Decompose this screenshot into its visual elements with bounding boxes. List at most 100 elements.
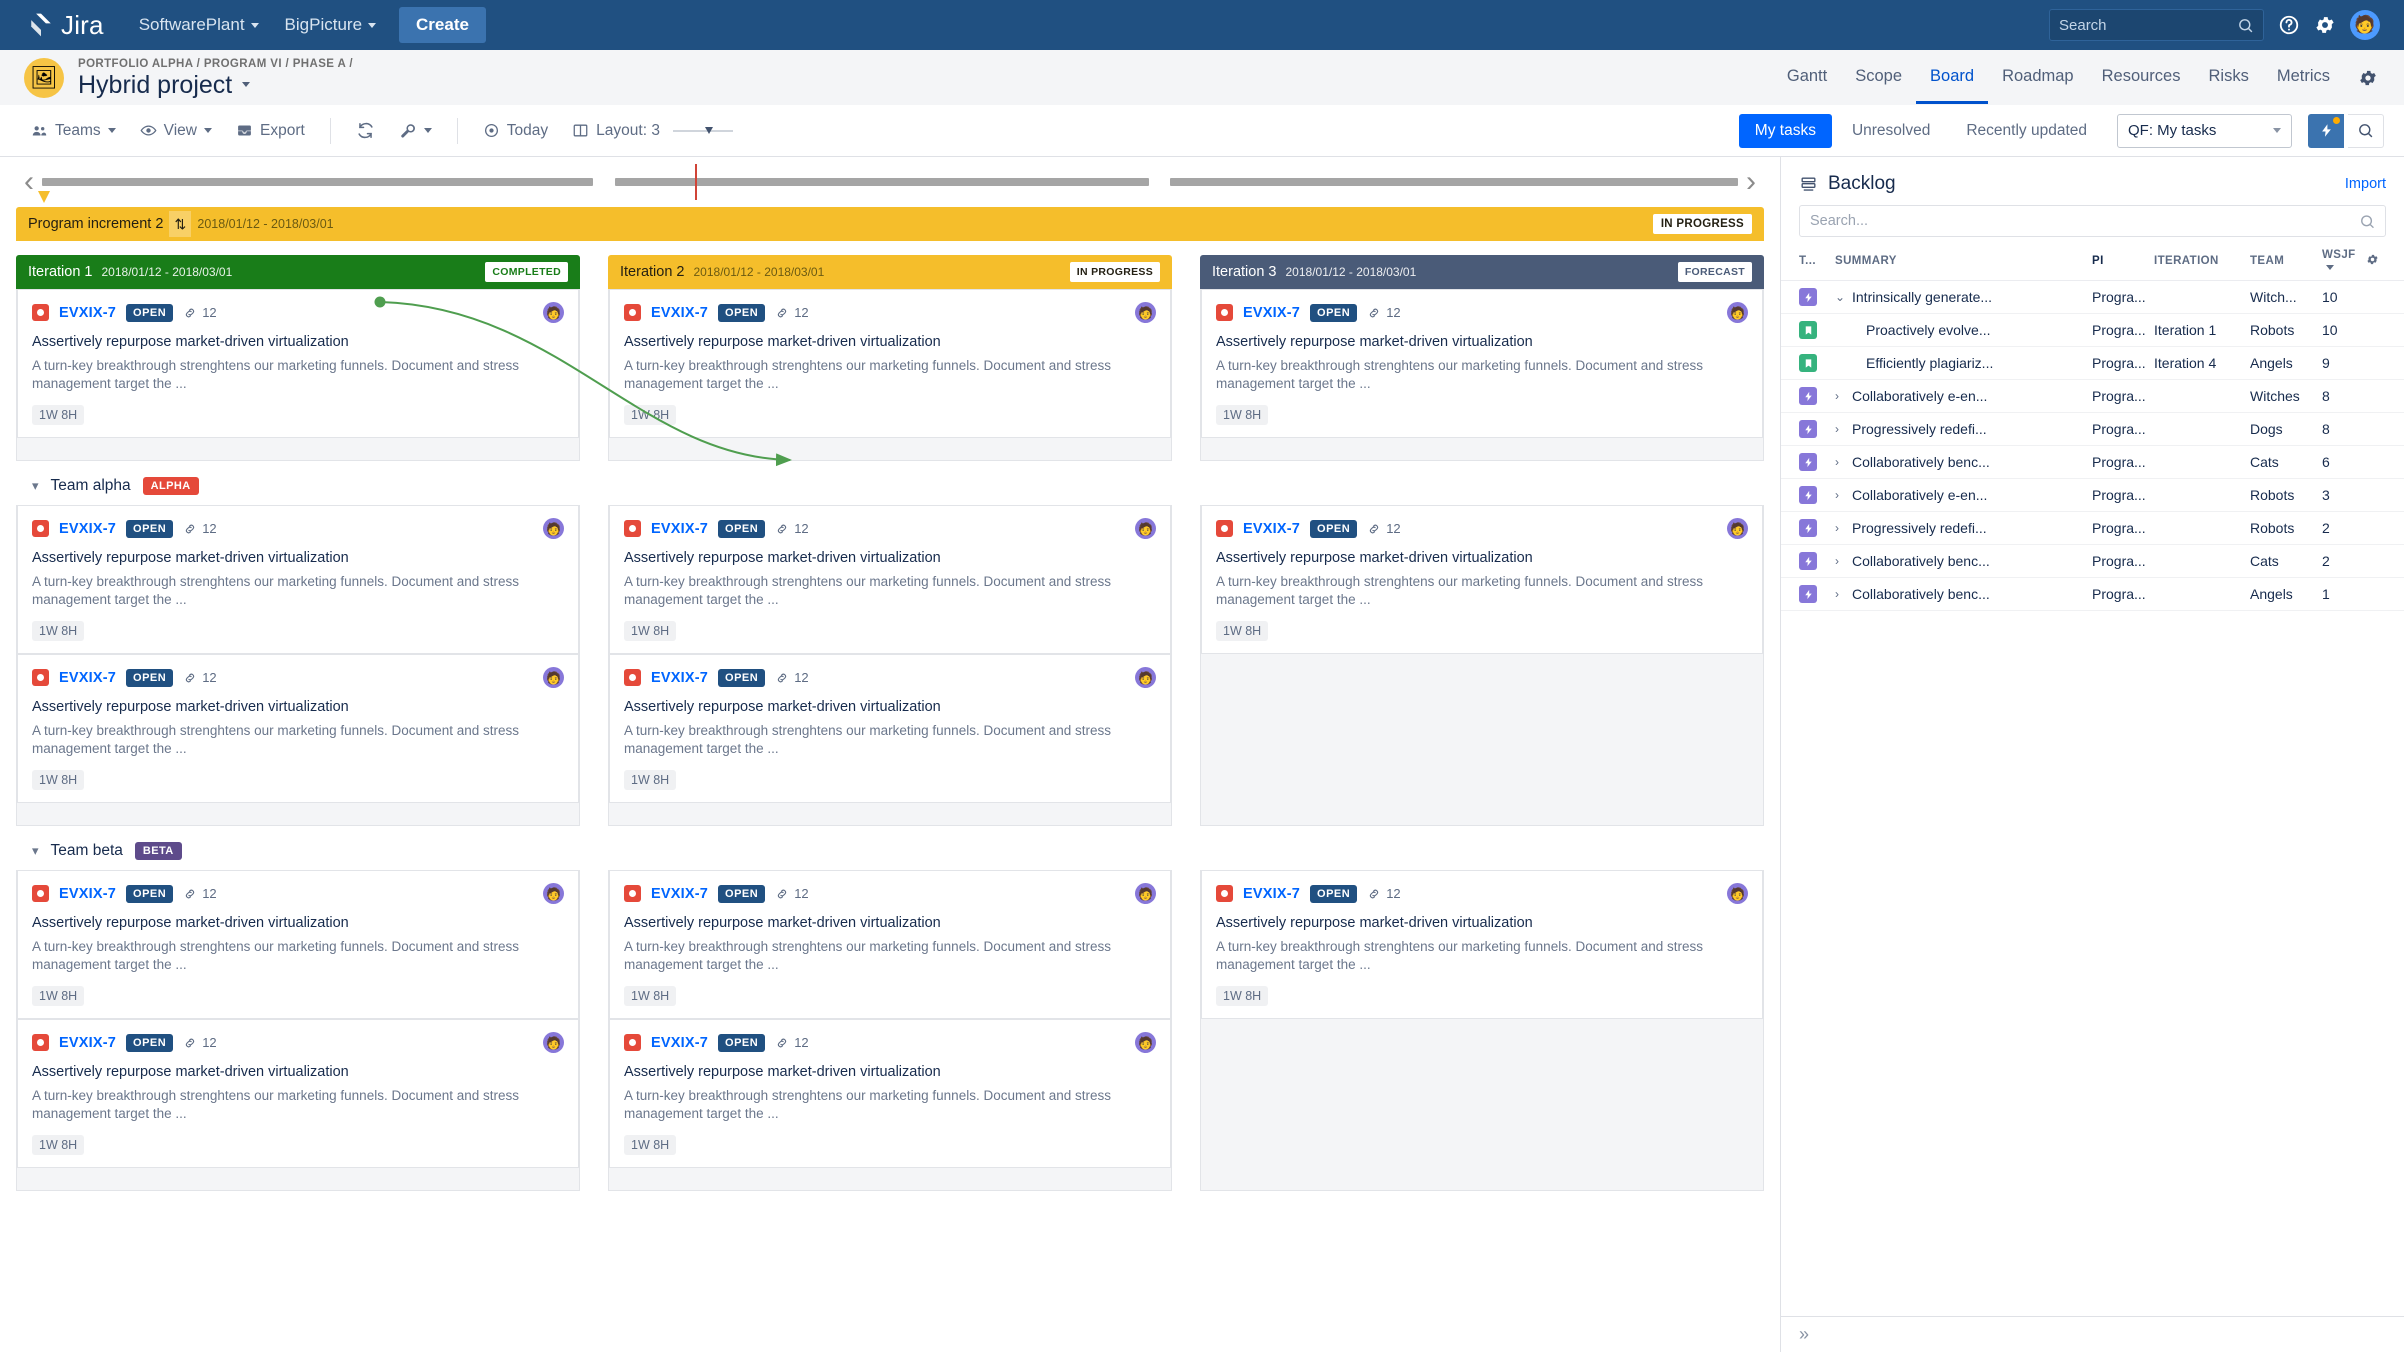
issue-card[interactable]: EVXIX-7 OPEN 12 🧑 Assertively repurpose mark… [1201, 289, 1763, 438]
tab-scope[interactable]: Scope [1841, 51, 1916, 104]
row-expander-icon[interactable]: › [1835, 455, 1845, 469]
band-cell-alpha-iteration-1[interactable]: EVXIX-7 OPEN 12 🧑 Assertively repurpose mark… [16, 505, 580, 826]
row-expander-icon[interactable]: › [1835, 389, 1845, 403]
teams-dropdown[interactable]: Teams [20, 115, 127, 147]
filter-recently-updated[interactable]: Recently updated [1950, 114, 2103, 148]
band-cell-alpha-iteration-2[interactable]: EVXIX-7 OPEN 12 🧑 Assertively repurpose mark… [608, 505, 1172, 826]
tab-gantt[interactable]: Gantt [1773, 51, 1841, 104]
issue-key[interactable]: EVXIX-7 [59, 886, 116, 902]
issue-key[interactable]: EVXIX-7 [59, 1035, 116, 1051]
row-expander-icon[interactable]: › [1835, 521, 1845, 535]
issue-key[interactable]: EVXIX-7 [651, 305, 708, 321]
backlog-search[interactable] [1799, 205, 2386, 237]
issue-card[interactable]: EVXIX-7 OPEN 12 🧑 Assertively repurpose mark… [17, 654, 579, 803]
chevron-down-icon[interactable]: ▾ [32, 843, 39, 859]
column-header-summary[interactable]: SUMMARY [1835, 255, 2092, 267]
chevron-down-icon[interactable] [242, 82, 251, 87]
avatar[interactable]: 🧑 [1135, 518, 1156, 539]
avatar[interactable]: 🧑 [1727, 883, 1748, 904]
issue-key[interactable]: EVXIX-7 [1243, 521, 1300, 537]
wrench-icon[interactable] [388, 115, 443, 147]
filter-unresolved[interactable]: Unresolved [1836, 114, 1946, 148]
avatar[interactable]: 🧑 [543, 667, 564, 688]
team-group-beta[interactable]: ▾ Team beta BETA [16, 826, 1764, 870]
row-expander-icon[interactable]: › [1835, 422, 1845, 436]
user-avatar[interactable]: 🧑 [2350, 10, 2380, 40]
table-row[interactable]: Proactively evolve... Progra... Iteration … [1781, 314, 2404, 347]
table-row[interactable]: › Progressively redefi... Progra... Robots 2 [1781, 512, 2404, 545]
avatar[interactable]: 🧑 [1135, 667, 1156, 688]
row-expander-icon[interactable]: ⌄ [1835, 290, 1845, 304]
avatar[interactable]: 🧑 [543, 518, 564, 539]
tab-board[interactable]: Board [1916, 51, 1989, 104]
avatar[interactable]: 🧑 [1727, 518, 1748, 539]
band-cell-beta-iteration-2[interactable]: EVXIX-7 OPEN 12 🧑 Assertively repurpose mark… [608, 870, 1172, 1191]
today-button[interactable]: Today [472, 115, 559, 147]
band-cell-iteration-2[interactable]: EVXIX-7 OPEN 12 🧑 Assertively repurpose mark… [608, 289, 1172, 461]
issue-key[interactable]: EVXIX-7 [59, 670, 116, 686]
issue-card[interactable]: EVXIX-7 OPEN 12 🧑 Assertively repurpose mark… [609, 870, 1171, 1019]
column-header-iteration-3[interactable]: Iteration 3 2018/01/12 - 2018/03/01 FORE… [1200, 255, 1764, 289]
issue-key[interactable]: EVXIX-7 [1243, 886, 1300, 902]
issue-card[interactable]: EVXIX-7 OPEN 12 🧑 Assertively repurpose mark… [1201, 870, 1763, 1019]
backlog-collapse-button[interactable]: » [1781, 1316, 2404, 1352]
drop-zone[interactable] [17, 1168, 579, 1190]
tab-risks[interactable]: Risks [2194, 51, 2262, 104]
jira-logo[interactable]: Jira [28, 10, 104, 41]
column-header-type[interactable]: T... [1799, 255, 1835, 267]
band-cell-iteration-3[interactable]: EVXIX-7 OPEN 12 🧑 Assertively repurpose mark… [1200, 289, 1764, 461]
avatar[interactable]: 🧑 [1135, 302, 1156, 323]
avatar[interactable]: 🧑 [1727, 302, 1748, 323]
board-search-button[interactable] [2348, 113, 2384, 148]
table-row[interactable]: Efficiently plagiariz... Progra... Iterati… [1781, 347, 2404, 380]
column-header-team[interactable]: TEAM [2250, 255, 2322, 267]
column-header-pi[interactable]: PI [2092, 255, 2154, 267]
table-row[interactable]: › Collaboratively benc... Progra... Cats 2 [1781, 545, 2404, 578]
tab-metrics[interactable]: Metrics [2263, 51, 2344, 104]
table-row[interactable]: › Collaboratively e-en... Progra... Witches… [1781, 380, 2404, 413]
issue-card[interactable]: EVXIX-7 OPEN 12 🧑 Assertively repurpose mark… [1201, 505, 1763, 654]
column-header-wsjf[interactable]: WSJF [2322, 249, 2366, 273]
row-expander-icon[interactable]: › [1835, 488, 1845, 502]
chevron-right-icon[interactable]: › [1738, 167, 1764, 197]
column-header-iteration-1[interactable]: Iteration 1 2018/01/12 - 2018/03/01 COMP… [16, 255, 580, 289]
issue-key[interactable]: EVXIX-7 [651, 521, 708, 537]
export-button[interactable]: Export [225, 115, 316, 147]
drop-zone[interactable] [1201, 654, 1763, 676]
lightning-icon[interactable] [2308, 113, 2344, 148]
help-icon[interactable] [2278, 14, 2300, 36]
filter-my-tasks[interactable]: My tasks [1738, 113, 1832, 148]
nav-softwareplant[interactable]: SoftwarePlant [126, 7, 272, 43]
issue-card[interactable]: EVXIX-7 OPEN 12 🧑 Assertively repurpose mark… [17, 505, 579, 654]
band-cell-beta-iteration-3[interactable]: EVXIX-7 OPEN 12 🧑 Assertively repurpose mark… [1200, 870, 1764, 1191]
avatar[interactable]: 🧑 [543, 1032, 564, 1053]
drop-zone[interactable] [17, 803, 579, 825]
global-search-input[interactable]: Search [2049, 9, 2264, 41]
team-group-alpha[interactable]: ▾ Team alpha ALPHA [16, 461, 1764, 505]
avatar[interactable]: 🧑 [543, 302, 564, 323]
issue-card[interactable]: EVXIX-7 OPEN 12 🧑 Assertively repurpose mark… [17, 870, 579, 1019]
row-expander-icon[interactable]: › [1835, 554, 1845, 568]
avatar[interactable]: 🧑 [1135, 883, 1156, 904]
tab-resources[interactable]: Resources [2088, 51, 2195, 104]
issue-key[interactable]: EVXIX-7 [651, 670, 708, 686]
gear-icon[interactable] [2314, 14, 2336, 36]
issue-card[interactable]: EVXIX-7 OPEN 12 🧑 Assertively repurpose mark… [17, 1019, 579, 1168]
issue-key[interactable]: EVXIX-7 [651, 886, 708, 902]
table-row[interactable]: › Progressively redefi... Progra... Dogs 8 [1781, 413, 2404, 446]
nav-bigpicture[interactable]: BigPicture [272, 7, 389, 43]
sort-icon[interactable]: ⇅ [169, 211, 192, 237]
tab-roadmap[interactable]: Roadmap [1988, 51, 2088, 104]
refresh-icon[interactable] [345, 114, 386, 147]
quick-filter-select[interactable]: QF: My tasks [2117, 113, 2292, 148]
issue-key[interactable]: EVXIX-7 [59, 305, 116, 321]
program-increment-bar[interactable]: Program increment 2 ⇅ 2018/01/12 - 2018/… [16, 207, 1764, 241]
table-row[interactable]: › Collaboratively e-en... Progra... Robots 3 [1781, 479, 2404, 512]
table-row[interactable]: ⌄ Intrinsically generate... Progra... Witch… [1781, 281, 2404, 314]
drop-zone[interactable] [609, 1168, 1171, 1190]
issue-card[interactable]: EVXIX-7 OPEN 12 🧑 Assertively repurpose mark… [609, 505, 1171, 654]
search-input[interactable] [1810, 213, 2359, 229]
band-cell-alpha-iteration-3[interactable]: EVXIX-7 OPEN 12 🧑 Assertively repurpose mark… [1200, 505, 1764, 826]
gear-icon[interactable] [2358, 68, 2378, 88]
avatar[interactable]: 🧑 [543, 883, 564, 904]
